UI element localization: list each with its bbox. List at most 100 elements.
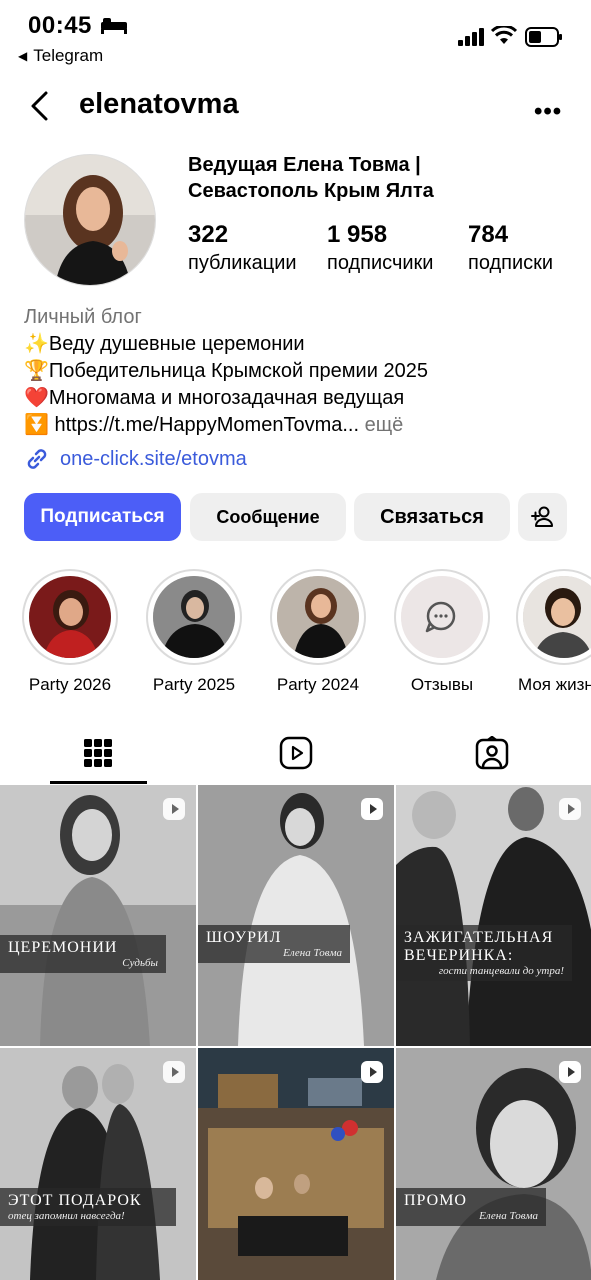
status-time: 00:45 — [28, 12, 92, 39]
highlight-cover — [29, 576, 111, 658]
bio-more-link[interactable]: ещё — [359, 414, 404, 436]
wifi-icon — [491, 26, 517, 44]
profile-tabs — [0, 722, 591, 784]
battery-icon — [525, 27, 562, 47]
bio-line: ✨Веду душевные церемонии — [24, 333, 305, 355]
post-image — [396, 785, 591, 1046]
highlight-ring — [146, 569, 242, 665]
follow-button[interactable]: Подписаться — [24, 493, 181, 541]
post-caption-title: ПРОМО — [404, 1192, 467, 1209]
stat-followers-label: подписчики — [327, 252, 434, 274]
add-person-icon — [530, 506, 553, 527]
back-chevron-icon[interactable] — [28, 90, 50, 122]
highlight-item[interactable]: Party 2025 — [144, 569, 244, 695]
post-caption: ПРОМО Елена Товма — [396, 1188, 546, 1226]
stat-followers-value: 1 958 — [327, 221, 388, 248]
bio-line: ❤️Многомама и многозадачная ведущая — [24, 387, 405, 409]
highlight-label: Party 2025 — [152, 675, 236, 694]
highlight-item[interactable]: Отзывы — [392, 569, 492, 695]
highlight-ring — [516, 569, 591, 665]
post-thumbnail[interactable]: ЦЕРЕМОНИИ Судьбы — [0, 785, 196, 1046]
profile-username: elenatovma — [79, 88, 239, 120]
post-thumbnail[interactable]: ЗАЖИГАТЕЛЬНАЯ ВЕЧЕРИНКА: гости танцевали… — [396, 785, 591, 1046]
post-caption: ЭТОТ ПОДАРОК отец запомнил навсегда! — [0, 1188, 176, 1226]
bio-link-line[interactable]: ⏬ https://t.me/HappyMomenTovma... ещё — [24, 412, 584, 439]
reel-indicator-icon — [559, 798, 581, 820]
post-image — [0, 785, 196, 1046]
post-thumbnail[interactable]: ПРОМО Елена Товма — [396, 1048, 591, 1280]
stat-following-label: подписки — [468, 252, 554, 274]
more-horizontal-icon[interactable]: ••• — [534, 98, 562, 126]
highlight-ring — [22, 569, 118, 665]
tagged-person-icon — [475, 736, 509, 770]
highlight-cover — [153, 576, 235, 658]
highlight-label: Моя жизнь — [518, 675, 591, 694]
profile-stats: 322 публикации 1 958 подписчики 784 подп… — [188, 220, 578, 280]
highlight-cover — [277, 576, 359, 658]
reel-indicator-icon — [361, 798, 383, 820]
stat-posts-value: 322 — [188, 221, 229, 248]
profile-display-name: Ведущая Елена Товма | Севастополь Крым Я… — [188, 152, 578, 204]
stat-posts-label: публикации — [188, 252, 297, 274]
bio-line: 🏆Победительница Крымской премии 2025 — [24, 360, 428, 382]
post-caption-subtitle: гости танцевали до утра! — [438, 965, 564, 977]
post-caption: ЗАЖИГАТЕЛЬНАЯ ВЕЧЕРИНКА: гости танцевали… — [396, 925, 572, 981]
back-to-app-link[interactable]: ◀ Telegram — [18, 46, 103, 66]
profile-bio: Личный блог ✨Веду душевные церемонии 🏆По… — [24, 304, 584, 439]
post-caption-subtitle: Елена Товма — [479, 1210, 538, 1222]
stat-following[interactable]: 784 подписки — [468, 220, 553, 276]
status-bar: 00:45 ◀ Telegram — [0, 0, 591, 80]
display-name-line-2: Севастополь Крым Ялта — [188, 180, 434, 202]
avatar-photo — [25, 155, 155, 285]
post-thumbnail[interactable]: ШОУРИЛ Елена Товма — [198, 785, 394, 1046]
highlight-label: Отзывы — [410, 675, 474, 694]
post-caption-title: ЗАЖИГАТЕЛЬНАЯ ВЕЧЕРИНКА: — [404, 929, 554, 964]
highlight-label: Party 2024 — [276, 675, 360, 694]
suggest-people-button[interactable] — [518, 493, 567, 541]
highlight-ring — [394, 569, 490, 665]
reels-icon — [279, 736, 313, 770]
post-image — [198, 785, 394, 1046]
post-caption: ШОУРИЛ Елена Товма — [198, 925, 350, 963]
external-link-text: one-click.site/etovma — [60, 447, 247, 470]
back-app-label: Telegram — [33, 46, 104, 65]
highlight-cover — [523, 576, 591, 658]
post-caption: ЦЕРЕМОНИИ Судьбы — [0, 935, 166, 973]
chat-bubble-icon — [401, 576, 483, 658]
bio-link-text: ⏬ https://t.me/HappyMomenTovma... — [24, 414, 360, 436]
post-thumbnail[interactable] — [198, 1048, 394, 1280]
cellular-signal-icon — [458, 28, 484, 46]
link-icon — [27, 449, 47, 469]
stat-posts[interactable]: 322 публикации — [188, 220, 297, 276]
contact-button[interactable]: Связаться — [354, 493, 510, 541]
tab-grid[interactable] — [48, 722, 148, 784]
post-caption-subtitle: Елена Товма — [283, 947, 342, 959]
display-name-line-1: Ведущая Елена Товма | — [188, 154, 421, 176]
profile-avatar[interactable] — [24, 154, 156, 286]
post-caption-title: ШОУРИЛ — [206, 929, 282, 946]
stat-followers[interactable]: 1 958 подписчики — [327, 220, 433, 276]
active-tab-indicator — [50, 781, 147, 784]
highlight-item[interactable]: Party 2024 — [268, 569, 368, 695]
post-caption-title: ЭТОТ ПОДАРОК — [8, 1192, 142, 1209]
profile-category: Личный блог — [24, 306, 142, 328]
external-link[interactable]: one-click.site/etovma — [24, 446, 247, 472]
back-triangle-icon: ◀ — [18, 49, 28, 63]
post-caption-title: ЦЕРЕМОНИИ — [8, 939, 118, 956]
tab-tagged[interactable] — [442, 722, 542, 784]
message-button[interactable]: Сообщение — [190, 493, 346, 541]
post-caption-subtitle: отец запомнил навсегда! — [8, 1210, 125, 1222]
sleep-focus-icon — [101, 18, 127, 34]
profile-header: elenatovma ••• — [0, 80, 591, 130]
reel-indicator-icon — [163, 1061, 185, 1083]
highlight-item[interactable]: Party 2026 — [20, 569, 120, 695]
tab-reels[interactable] — [246, 722, 346, 784]
posts-grid: ЦЕРЕМОНИИ Судьбы ШОУРИЛ Елена Товма ЗАЖИ… — [0, 785, 591, 1280]
highlight-item[interactable]: Моя жизнь — [516, 569, 591, 695]
post-thumbnail[interactable]: ЭТОТ ПОДАРОК отец запомнил навсегда! — [0, 1048, 196, 1280]
highlight-ring — [270, 569, 366, 665]
grid-icon — [84, 739, 112, 767]
stat-following-value: 784 — [468, 221, 509, 248]
highlight-label: Party 2026 — [28, 675, 112, 694]
highlight-cover — [401, 576, 483, 658]
